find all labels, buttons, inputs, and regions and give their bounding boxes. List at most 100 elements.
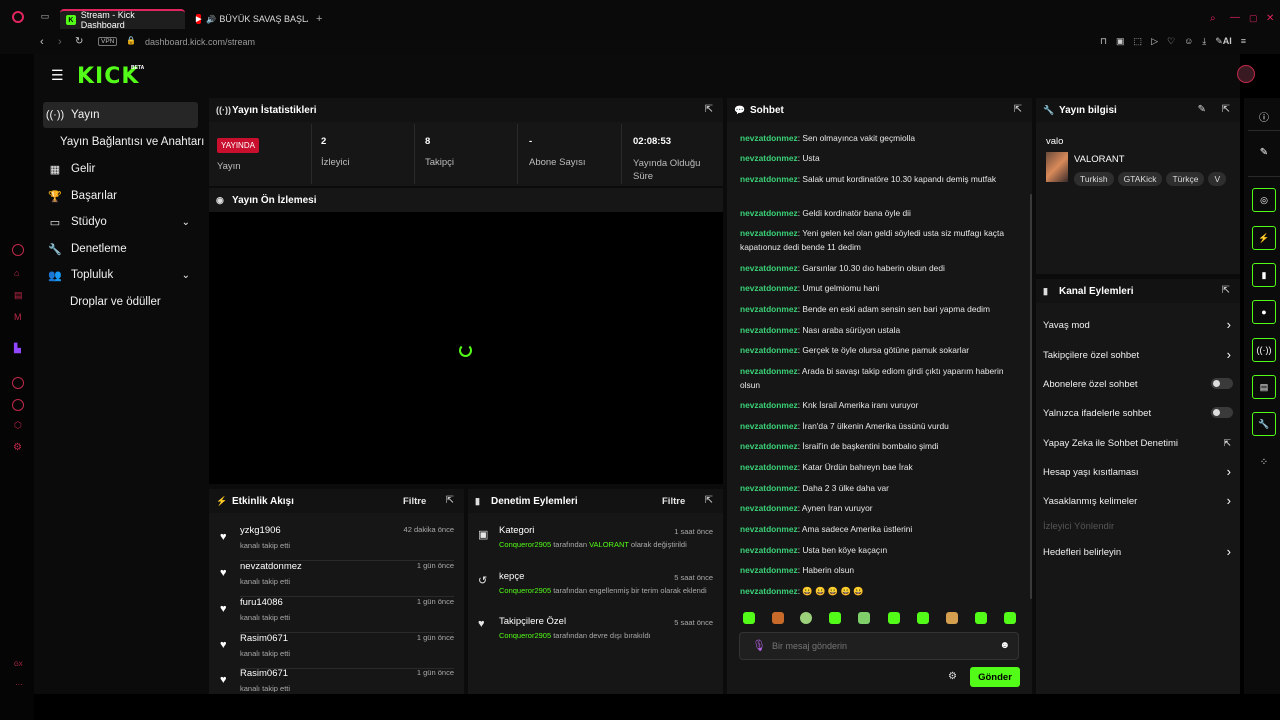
speed-dial-icon[interactable] (12, 244, 24, 256)
activity-username[interactable]: Rasim0671 (240, 668, 288, 679)
search-tabs-icon[interactable]: ⌕ (1210, 13, 1216, 24)
chat-username[interactable]: nevzatdonmez (740, 325, 798, 335)
extensions-icon[interactable]: ⬡ (14, 420, 22, 431)
info-icon[interactable]: ⓘ (1252, 104, 1276, 128)
emote-icon[interactable] (946, 612, 958, 624)
popout-icon[interactable]: ⇱ (705, 495, 713, 506)
popout-icon[interactable]: ⇱ (705, 104, 713, 115)
tab-kick-dashboard[interactable]: K Stream - Kick Dashboard (60, 9, 185, 30)
chat-username[interactable]: nevzatdonmez (740, 304, 798, 314)
action-banned-words[interactable]: Yasaklanmış kelimeler › (1043, 493, 1233, 508)
snapshot-icon[interactable]: ▣ (1116, 36, 1125, 47)
chat-username[interactable]: nevzatdonmez (740, 586, 798, 596)
sidebar-item-topluluk[interactable]: 👥 Topluluk ⌄ (43, 262, 198, 288)
action-ai-moderation[interactable]: Yapay Zeka ile Sohbet Denetimi ⇱ (1043, 438, 1233, 449)
chat-username[interactable]: nevzatdonmez (740, 565, 798, 575)
emote-icon[interactable] (858, 612, 870, 624)
chat-username[interactable]: nevzatdonmez (740, 263, 798, 273)
activity-username[interactable]: Rasim0671 (240, 633, 288, 644)
action-followers-only[interactable]: Takipçilere özel sohbet › (1043, 347, 1233, 362)
chat-username[interactable]: nevzatdonmez (740, 462, 798, 472)
sidebar-item-studyo[interactable]: ▭ Stüdyo ⌄ (43, 209, 198, 235)
emote-icon[interactable] (917, 612, 929, 624)
document-icon[interactable]: ▮ (1252, 263, 1276, 287)
emote-icon[interactable] (772, 612, 784, 624)
action-slow-mode[interactable]: Yavaş mod › (1043, 317, 1233, 332)
chat-username[interactable]: nevzatdonmez (740, 503, 798, 513)
chat-username[interactable]: nevzatdonmez (740, 441, 798, 451)
emote-icon[interactable] (800, 612, 812, 624)
twitch-icon[interactable]: ▙ (14, 343, 21, 354)
activity-username[interactable]: yzkg1906 (240, 525, 281, 536)
maximize-icon[interactable]: ▢ (1249, 13, 1258, 24)
url-field[interactable]: dashboard.kick.com/stream (145, 37, 255, 47)
minimize-icon[interactable]: — (1230, 12, 1240, 23)
chat-username[interactable]: nevzatdonmez (740, 174, 798, 184)
edit-pencil-icon[interactable]: ✎ (1198, 104, 1206, 115)
popout-icon[interactable]: ⇱ (446, 495, 454, 506)
download-icon[interactable]: ⤓ (1202, 36, 1206, 47)
emoji-picker-icon[interactable]: ☻ (999, 640, 1010, 651)
category-name[interactable]: VALORANT (1074, 154, 1125, 165)
sidebar-item-basarilar[interactable]: 🏆 Başarılar (43, 183, 198, 209)
edit-pencil-icon[interactable]: ✎ (1252, 140, 1276, 164)
chat-username[interactable]: nevzatdonmez (740, 483, 798, 493)
more-icon[interactable]: ··· (15, 680, 23, 689)
sidebar-item-stream-key[interactable]: Yayın Bağlantısı ve Anahtarı (43, 129, 213, 155)
wrench-icon[interactable]: 🔧 (1252, 412, 1276, 436)
chat-username[interactable]: nevzatdonmez (740, 545, 798, 555)
player-icon[interactable] (12, 377, 24, 389)
popout-icon[interactable]: ⇱ (1014, 104, 1022, 115)
category-thumbnail[interactable] (1046, 152, 1068, 182)
send-button[interactable]: Gönder (970, 667, 1020, 687)
chat-scrollbar[interactable] (1030, 194, 1032, 599)
play-icon[interactable]: ▷ (1151, 36, 1158, 47)
pin-icon[interactable]: ⊓ (1100, 36, 1107, 47)
more-apps-icon[interactable]: ⁘ (1252, 450, 1276, 474)
moderator-name[interactable]: Conqueror2905 (499, 631, 551, 640)
hamburger-menu-icon[interactable]: ☰ (51, 67, 64, 84)
popout-icon[interactable]: ⇱ (1222, 104, 1230, 115)
workspaces-icon[interactable]: ▭ (38, 11, 52, 21)
chat-username[interactable]: nevzatdonmez (740, 366, 798, 376)
history-icon[interactable] (12, 399, 24, 411)
emote-icon[interactable] (743, 612, 755, 624)
filter-button[interactable]: Filtre (403, 496, 426, 507)
broadcast-icon[interactable]: ((·)) (1252, 338, 1276, 362)
activity-username[interactable]: furu14086 (240, 597, 283, 608)
emotes-only-toggle[interactable] (1211, 407, 1233, 418)
back-icon[interactable]: ‹ (40, 36, 44, 48)
reload-icon[interactable]: ↻ (75, 36, 83, 47)
microphone-icon[interactable]: 🎙 (752, 639, 766, 652)
emote-icon[interactable] (1004, 612, 1016, 624)
chat-username[interactable]: nevzatdonmez (740, 421, 798, 431)
chat-bubble-icon[interactable]: ● (1252, 300, 1276, 324)
action-account-age[interactable]: Hesap yaşı kısıtlaması › (1043, 464, 1233, 479)
activity-username[interactable]: nevzatdonmez (240, 561, 302, 572)
forward-icon[interactable]: › (58, 36, 62, 48)
close-window-icon[interactable]: ✕ (1266, 13, 1274, 24)
sidebar-item-droplar[interactable]: Droplar ve ödüller (43, 289, 198, 315)
action-set-goals[interactable]: Hedefleri belirleyin › (1043, 544, 1233, 559)
menu-icon[interactable]: ≡ (1241, 36, 1246, 47)
chat-username[interactable]: nevzatdonmez (740, 208, 798, 218)
chat-username[interactable]: nevzatdonmez (740, 345, 798, 355)
clip-icon[interactable]: ◎ (1252, 188, 1276, 212)
account-icon[interactable]: ☺ (1184, 36, 1193, 47)
cards-icon[interactable]: ▤ (14, 290, 23, 301)
opera-logo-icon[interactable] (12, 11, 24, 23)
overlay-icon[interactable]: ▤ (1252, 375, 1276, 399)
subscribers-only-toggle[interactable] (1211, 378, 1233, 389)
vpn-badge[interactable]: VPN (98, 37, 118, 46)
moderator-name[interactable]: Conqueror2905 (499, 540, 551, 549)
moderator-name[interactable]: Conqueror2905 (499, 586, 551, 595)
filter-button[interactable]: Filtre (662, 496, 685, 507)
emote-icon[interactable] (829, 612, 841, 624)
chat-settings-icon[interactable]: ⚙ (948, 671, 957, 682)
chat-username[interactable]: nevzatdonmez (740, 228, 798, 238)
messenger-icon[interactable]: M (14, 312, 22, 322)
user-avatar[interactable] (1237, 65, 1255, 83)
emote-icon[interactable] (888, 612, 900, 624)
chat-username[interactable]: nevzatdonmez (740, 283, 798, 293)
tab-youtube[interactable]: ▶ 🔊 BÜYÜK SAVAŞ BAŞLAD (190, 9, 308, 29)
